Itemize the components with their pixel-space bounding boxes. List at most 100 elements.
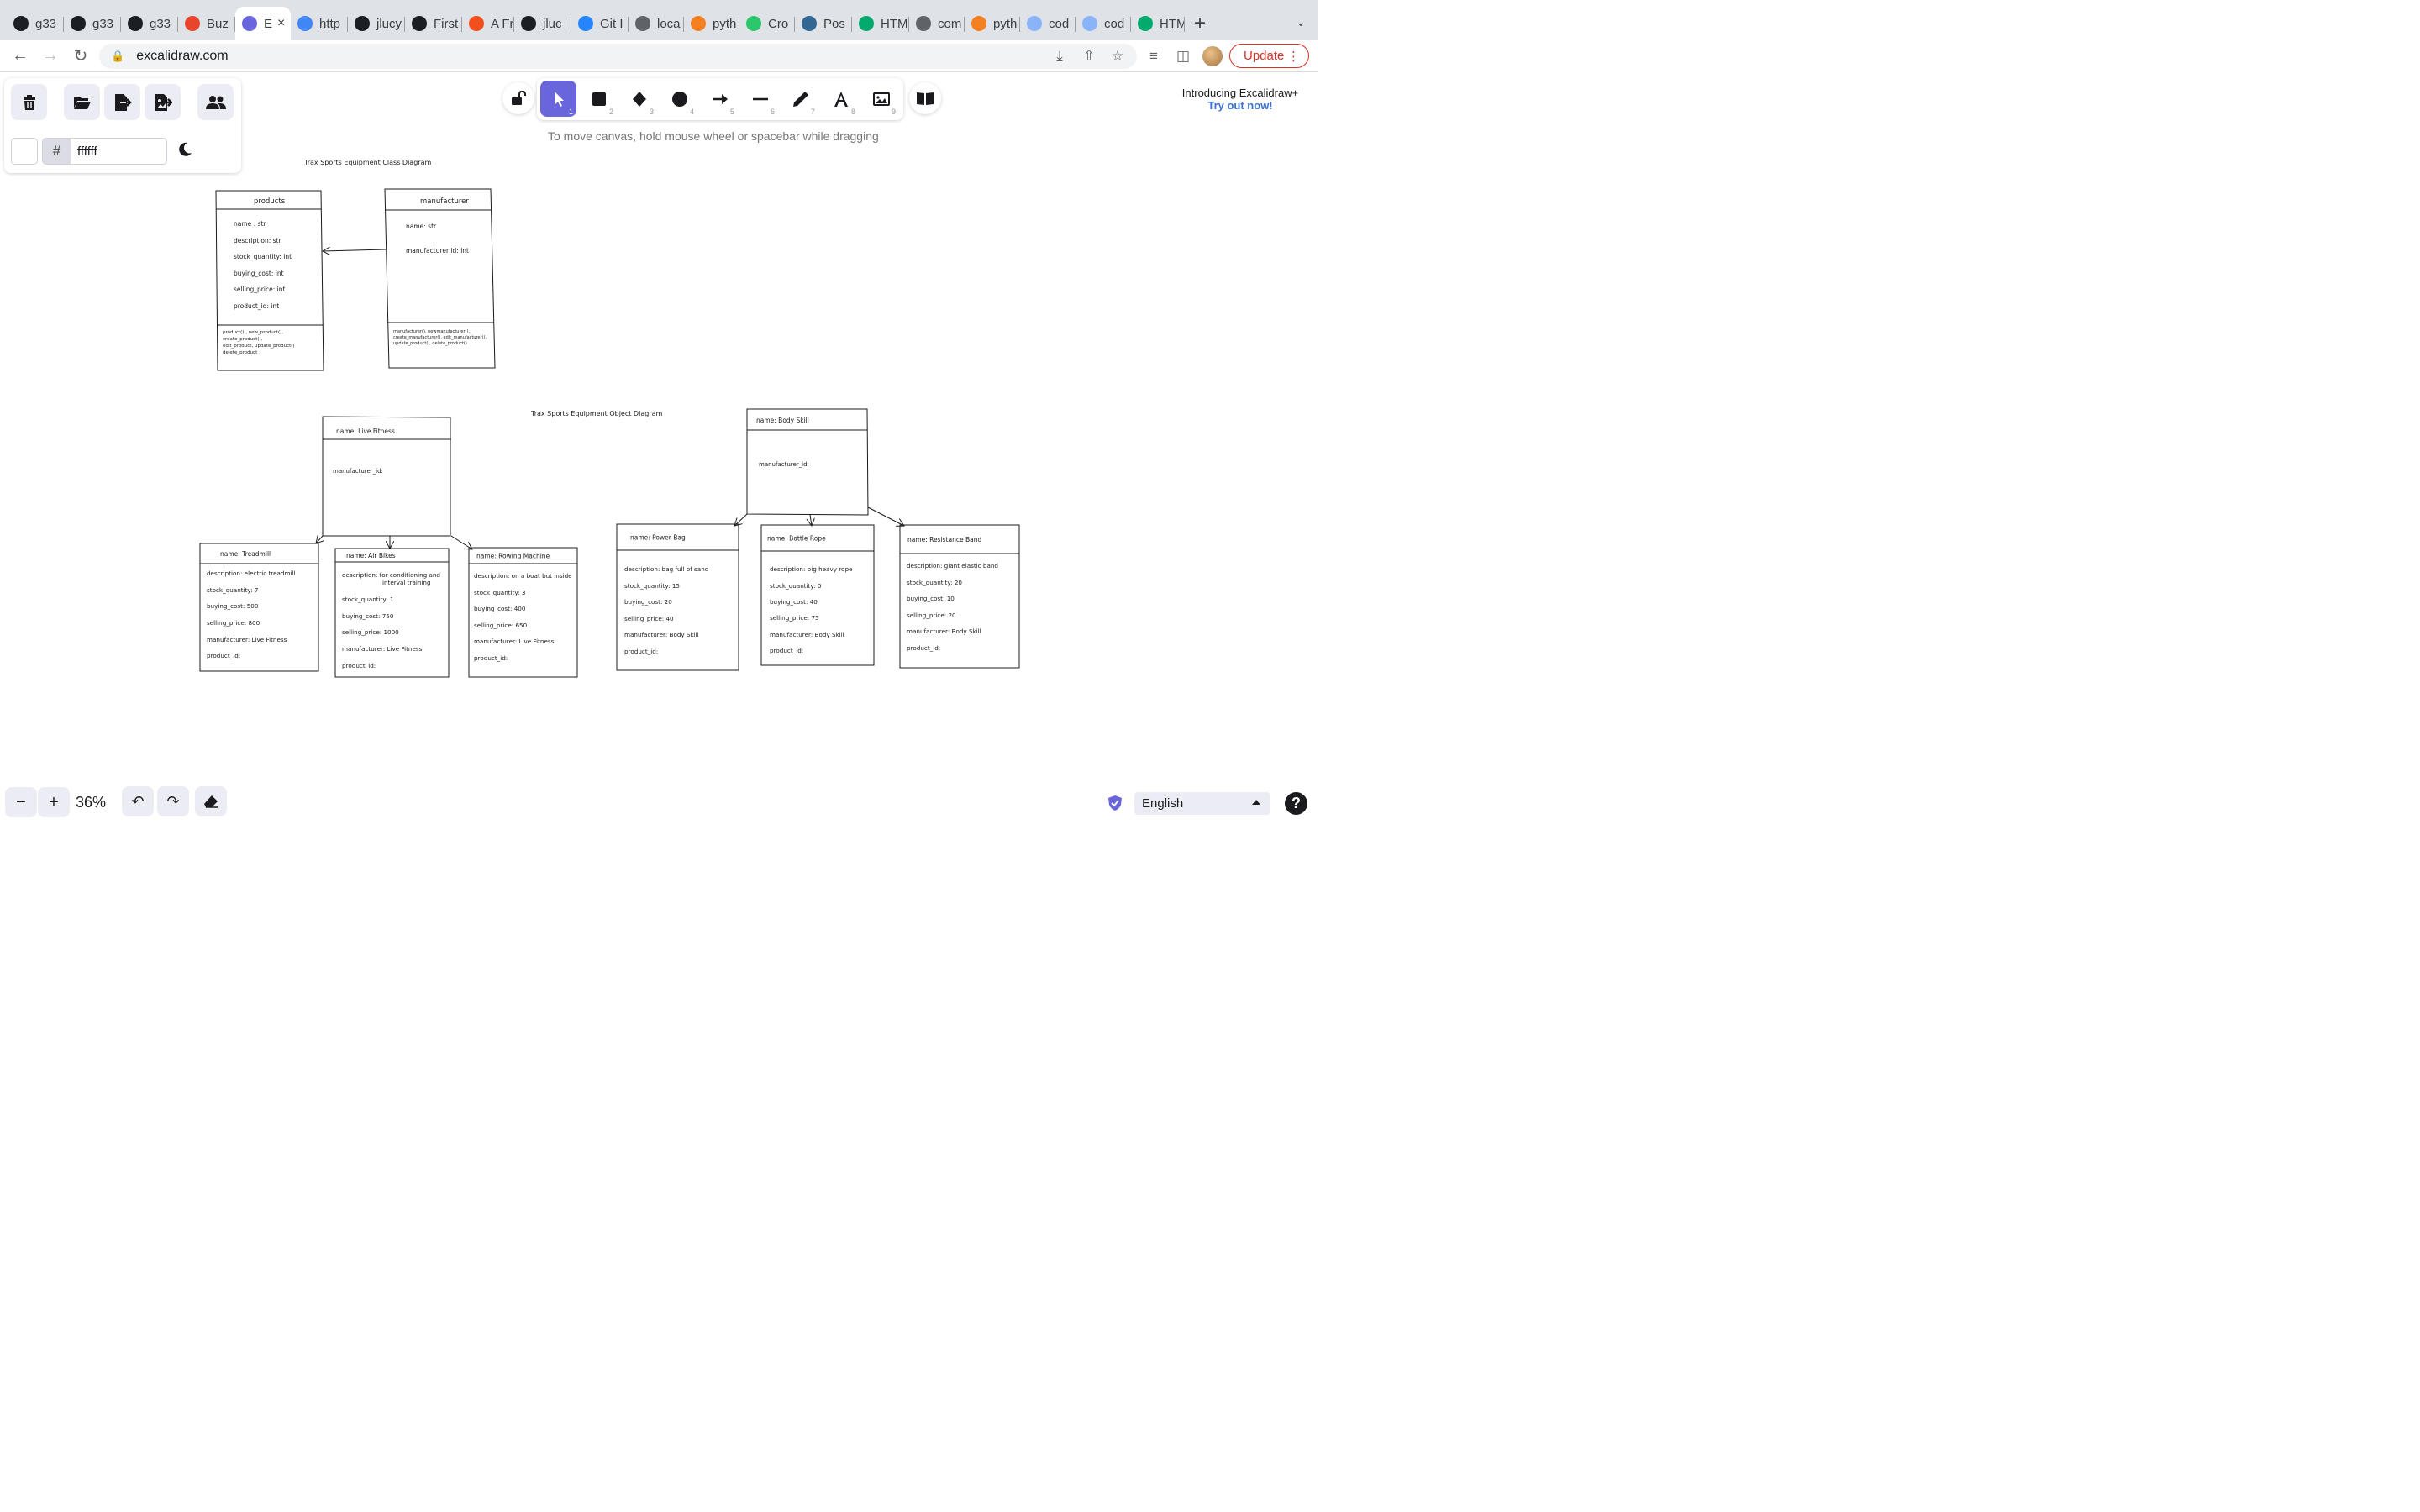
export-image-button[interactable]: [145, 84, 181, 120]
draw-tool[interactable]: 7: [782, 81, 818, 117]
reading-list-icon[interactable]: ≡: [1142, 45, 1165, 67]
undo-button[interactable]: ↶: [122, 786, 154, 816]
update-button[interactable]: Update ⋮: [1229, 44, 1309, 68]
browser-tab[interactable]: Git I: [571, 7, 629, 40]
browser-tab[interactable]: HTM: [1131, 7, 1185, 40]
manufacturer-attr: manufacturer id: int: [406, 247, 469, 255]
browser-toolbar: ← → ↻ 🔒 excalidraw.com ⤓ ⇧ ☆ ≡ ◫: [0, 40, 1318, 72]
browser-tab[interactable]: A Fr: [462, 7, 514, 40]
tab-title: cod: [1104, 16, 1125, 31]
browser-tab[interactable]: com: [909, 7, 965, 40]
new-tab-button[interactable]: +: [1185, 7, 1215, 40]
ellipse-tool[interactable]: 4: [661, 81, 697, 117]
tab-title: g33: [92, 16, 114, 31]
zoom-in-button[interactable]: +: [38, 787, 70, 817]
browser-tab[interactable]: http: [291, 7, 348, 40]
open-file-button[interactable]: [64, 84, 100, 120]
object-arrow[interactable]: [810, 514, 812, 526]
promo-link[interactable]: Try out now!: [1175, 99, 1306, 112]
diamond-tool[interactable]: 3: [621, 81, 657, 117]
side-panel-icon[interactable]: ◫: [1171, 45, 1195, 67]
browser-tab[interactable]: cod: [1020, 7, 1076, 40]
github-icon: [412, 16, 427, 31]
tool-shortcut: 4: [689, 108, 694, 116]
share-icon[interactable]: ⇧: [1077, 45, 1101, 67]
hex-input[interactable]: [71, 139, 163, 164]
address-bar[interactable]: 🔒 excalidraw.com: [99, 44, 1137, 69]
eraser-button[interactable]: [195, 786, 227, 816]
encryption-shield-icon[interactable]: [1107, 795, 1123, 816]
reload-icon[interactable]: ↻: [66, 44, 96, 69]
back-arrow-icon[interactable]: ←: [5, 44, 35, 69]
canvas-background-swatch[interactable]: [11, 138, 38, 165]
products-method: delete_product: [223, 350, 258, 355]
image-tool[interactable]: 9: [863, 81, 899, 117]
object-field: manufacturer: Body Skill: [624, 631, 699, 638]
object-field: product_id:: [474, 654, 508, 662]
pixabay-icon: [746, 16, 761, 31]
redo-button[interactable]: ↷: [157, 786, 189, 816]
browser-tab[interactable]: pyth: [684, 7, 739, 40]
products-class-box[interactable]: products name : str description: str sto…: [215, 190, 324, 371]
text-tool[interactable]: 8: [823, 81, 859, 117]
tab-search-chevron-icon[interactable]: ⌄: [1296, 15, 1306, 29]
browser-tab-strip: g33 g33 g33 Buz E × http jlucy First A Fr jluc Git …: [0, 0, 1318, 40]
object-arrow[interactable]: [316, 536, 323, 543]
rectangle-tool[interactable]: 2: [581, 81, 617, 117]
live-fitness-object-box[interactable]: name: Live Fitness manufacturer_id:: [322, 416, 451, 537]
drawing-canvas[interactable]: Trax Sports Equipment Class Diagram Trax…: [0, 72, 1318, 823]
browser-tab[interactable]: First: [405, 7, 462, 40]
background-hex-field[interactable]: #: [42, 138, 167, 165]
download-icon[interactable]: ⤓: [1048, 45, 1071, 67]
browser-tab[interactable]: Pos: [795, 7, 852, 40]
product-object-box[interactable]: name: Power Bag description: bag full of …: [616, 523, 739, 671]
zoom-level[interactable]: 36%: [70, 794, 112, 811]
browser-tab[interactable]: jlucy: [348, 7, 405, 40]
line-tool[interactable]: 6: [742, 81, 778, 117]
browser-tab[interactable]: pyth: [965, 7, 1020, 40]
browser-tab[interactable]: Buz: [178, 7, 235, 40]
browser-tab[interactable]: loca: [629, 7, 684, 40]
products-attr: name : str: [234, 220, 266, 228]
language-select[interactable]: English: [1134, 792, 1270, 815]
product-object-box[interactable]: name: Air Bikes description: for conditio…: [334, 548, 450, 678]
dark-mode-toggle[interactable]: [176, 141, 193, 163]
save-file-button[interactable]: [104, 84, 140, 120]
object-field: selling_price: 40: [624, 615, 674, 622]
object-field: product_id:: [342, 662, 376, 669]
object-arrow[interactable]: [867, 507, 904, 526]
product-object-box[interactable]: name: Treadmill description: electric tre…: [199, 543, 319, 672]
help-button[interactable]: ?: [1285, 792, 1307, 815]
browser-tab[interactable]: g33: [7, 7, 64, 40]
body-skill-object-box[interactable]: name: Body Skill manufacturer_id:: [746, 408, 869, 516]
object-field: manufacturer: Live Fitness: [342, 645, 423, 653]
product-object-box[interactable]: name: Battle Rope description: big heavy …: [760, 524, 875, 666]
bookmark-star-icon[interactable]: ☆: [1106, 45, 1129, 67]
browser-tab[interactable]: cod: [1076, 7, 1131, 40]
hash-label: #: [43, 139, 71, 164]
product-object-box[interactable]: name: Rowing Machine description: on a bo…: [468, 547, 578, 678]
library-button[interactable]: [909, 82, 941, 114]
browser-tab[interactable]: HTM: [852, 7, 909, 40]
association-arrow[interactable]: [323, 249, 387, 251]
product-object-box[interactable]: name: Resistance Band description: giant …: [899, 524, 1020, 669]
selection-tool[interactable]: 1: [540, 81, 576, 117]
products-attr: selling_price: int: [234, 286, 285, 293]
browser-tab[interactable]: Cro: [739, 7, 795, 40]
browser-tab[interactable]: g33: [121, 7, 178, 40]
live-collaboration-button[interactable]: [197, 84, 234, 120]
browser-tab[interactable]: g33: [64, 7, 121, 40]
arrow-tool[interactable]: 5: [702, 81, 738, 117]
clear-canvas-button[interactable]: [11, 84, 47, 120]
browser-tab[interactable]: jluc: [514, 7, 571, 40]
zoom-out-button[interactable]: −: [5, 787, 37, 817]
object-field: description: on a boat but inside: [474, 572, 572, 580]
manufacturer-class-box[interactable]: manufacturer name: str manufacturer id: …: [384, 188, 496, 369]
tab-title: cod: [1049, 16, 1070, 31]
tool-lock-button[interactable]: [502, 82, 534, 114]
close-tab-icon[interactable]: ×: [277, 16, 285, 31]
book-open-icon: [917, 92, 934, 105]
profile-avatar[interactable]: [1202, 46, 1223, 66]
forward-arrow-icon[interactable]: →: [35, 44, 66, 69]
browser-tab[interactable]: E ×: [235, 7, 291, 40]
